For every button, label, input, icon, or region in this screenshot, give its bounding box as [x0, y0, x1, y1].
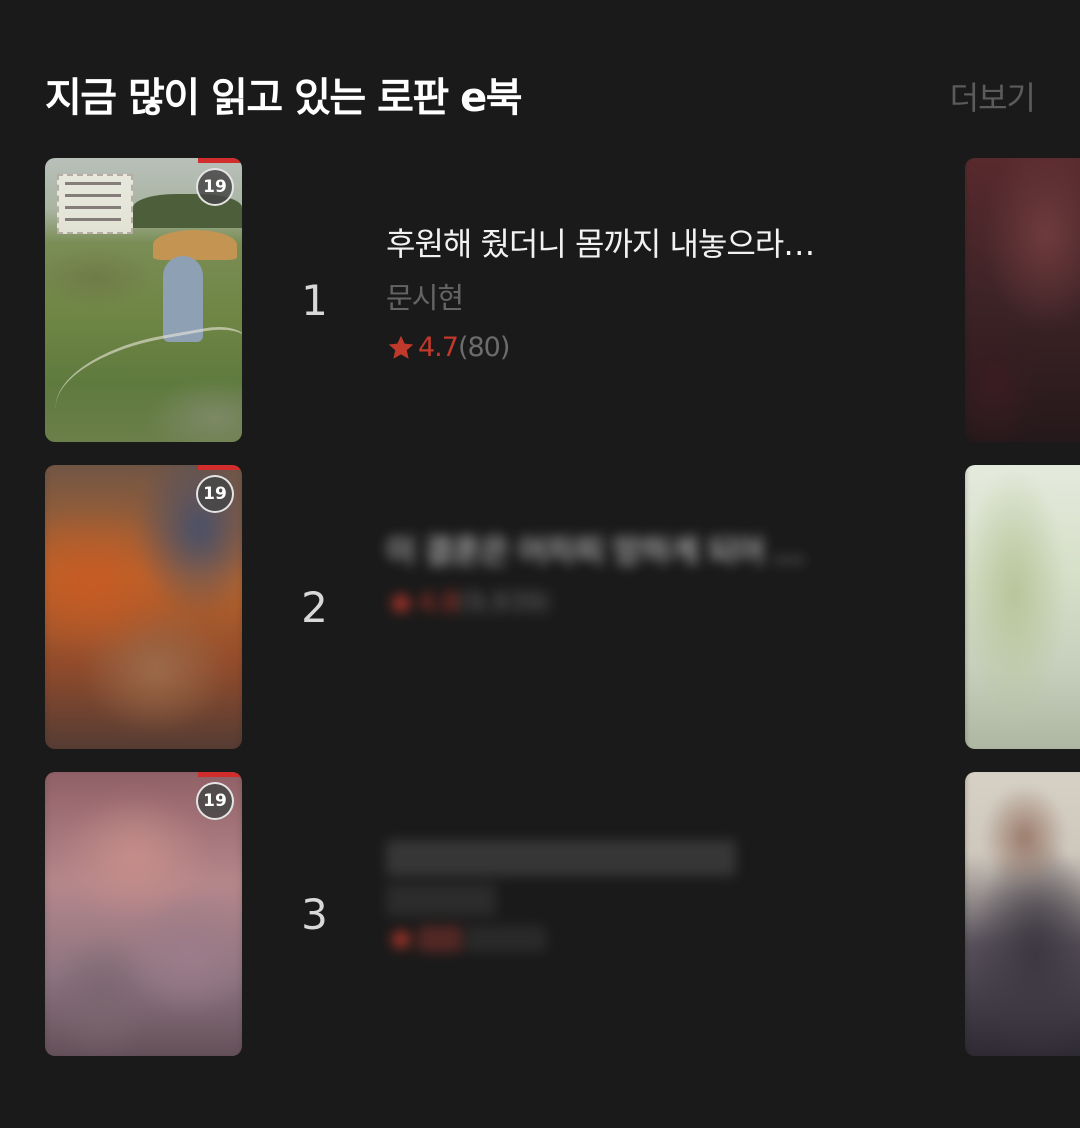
- book-title: [386, 840, 736, 876]
- next-column-cover[interactable]: [965, 465, 1080, 749]
- section-title: 지금 많이 읽고 있는 로판 e북: [45, 75, 523, 121]
- book-info[interactable]: 이 결혼은 어차피 망하게 되어 … 4.8 (9,939): [386, 527, 886, 623]
- rating-count: (80): [457, 332, 510, 363]
- cover-stamp-text: [65, 182, 121, 222]
- rating-count: [466, 926, 546, 952]
- cover-image: [965, 158, 1080, 442]
- list-item[interactable]: 19 3: [0, 772, 1080, 1056]
- book-info[interactable]: 후원해 줬더니 몸까지 내놓으라… 문시현 4.7 (80): [386, 220, 886, 368]
- rating-score: 4.8: [418, 587, 459, 618]
- adult-19-badge-icon: 19: [196, 475, 234, 513]
- book-rating: 4.8 (9,939): [386, 583, 886, 623]
- more-button[interactable]: 더보기: [950, 76, 1036, 120]
- book-title: 후원해 줬더니 몸까지 내놓으라…: [386, 225, 815, 263]
- rank-number: 1: [301, 276, 328, 325]
- rating-score: [418, 926, 462, 952]
- cover-image: [965, 465, 1080, 749]
- book-author: [386, 884, 496, 916]
- star-icon: [388, 926, 414, 950]
- cover-image: [965, 772, 1080, 1056]
- cover-tag: [198, 465, 242, 470]
- book-cover[interactable]: 19: [45, 465, 242, 749]
- section-header: 지금 많이 읽고 있는 로판 e북 더보기: [45, 70, 1036, 130]
- cover-parasol: [153, 230, 237, 260]
- book-author: 문시현: [386, 281, 464, 315]
- cover-tag: [198, 772, 242, 777]
- next-column-cover[interactable]: [965, 158, 1080, 442]
- cover-script: [46, 321, 242, 442]
- star-icon: [388, 335, 414, 359]
- book-cover[interactable]: 19: [45, 772, 242, 1056]
- list-item[interactable]: 19 2 이 결혼은 어차피 망하게 되어 … 4.8 (9,939): [0, 465, 1080, 749]
- adult-19-badge-icon: 19: [196, 168, 234, 206]
- star-icon: [388, 590, 414, 614]
- adult-19-badge-icon: 19: [196, 782, 234, 820]
- list-item[interactable]: 19 1 후원해 줬더니 몸까지 내놓으라… 문시현 4.7 (80): [0, 158, 1080, 442]
- book-rating: 4.7 (80): [386, 328, 886, 368]
- book-cover[interactable]: 19: [45, 158, 242, 442]
- book-title: 이 결혼은 어차피 망하게 되어 …: [386, 532, 805, 570]
- book-info[interactable]: [386, 834, 886, 954]
- rank-number: 2: [301, 583, 328, 632]
- rating-count: (9,939): [457, 587, 550, 618]
- rating-score: 4.7: [418, 332, 459, 363]
- cover-tag: [198, 158, 242, 163]
- rank-number: 3: [301, 890, 328, 939]
- next-column-cover[interactable]: [965, 772, 1080, 1056]
- book-rating: [386, 924, 886, 954]
